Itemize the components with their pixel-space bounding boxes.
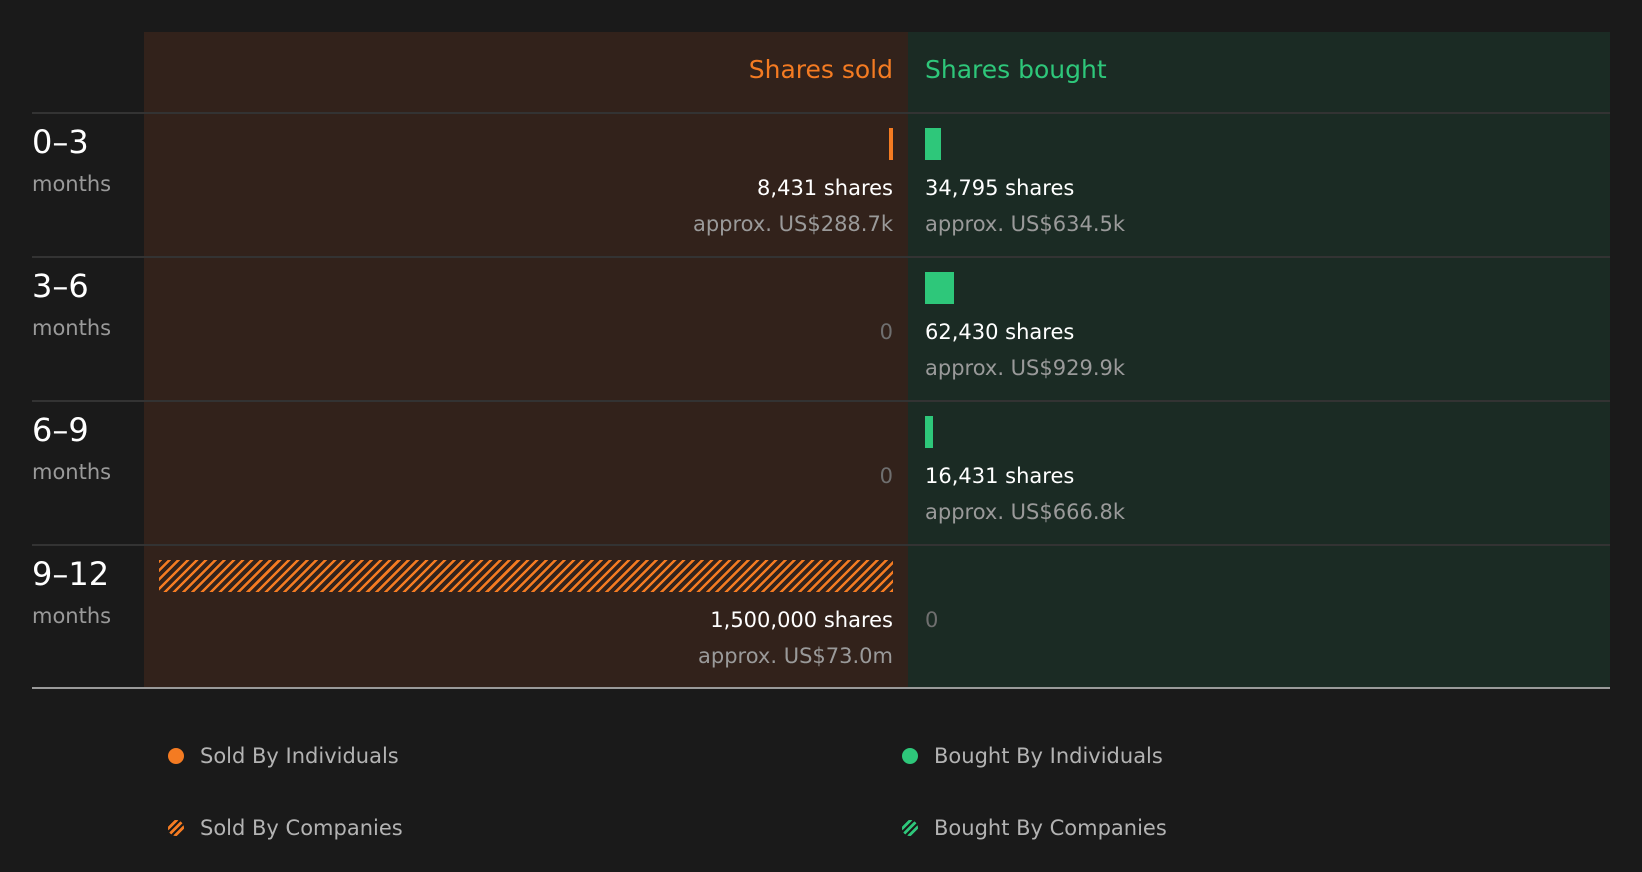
legend-item: Sold By Companies	[168, 814, 403, 842]
sold-value-label: approx. US$73.0m	[698, 644, 893, 668]
bought-value-label: approx. US$634.5k	[925, 212, 1126, 236]
bought-value-label: approx. US$929.9k	[925, 356, 1126, 380]
shares-bought-header: Shares bought	[925, 55, 1107, 84]
bought-value-label: approx. US$666.8k	[925, 500, 1126, 524]
legend-label: Sold By Individuals	[200, 744, 399, 768]
row-divider	[32, 112, 1610, 114]
row-divider	[32, 256, 1610, 258]
period-unit-label: months	[32, 172, 112, 196]
sold-shares-label: 1,500,000 shares	[710, 608, 893, 632]
hatched-swatch-icon	[168, 820, 184, 836]
sold-zero-label: 0	[879, 320, 893, 344]
hatched-swatch-icon	[902, 820, 918, 836]
bought-bar	[925, 272, 955, 304]
legend-item: Bought By Individuals	[902, 742, 1163, 770]
sold-value-label: approx. US$288.7k	[692, 212, 893, 236]
legend-label: Sold By Companies	[200, 816, 403, 840]
legend-label: Bought By Companies	[934, 816, 1167, 840]
sold-bar	[159, 560, 893, 592]
chart-baseline	[32, 687, 1610, 689]
period-label: 6–9	[32, 411, 89, 449]
bought-zero-label: 0	[925, 608, 939, 632]
row-divider	[32, 400, 1610, 402]
solid-dot-icon	[902, 748, 918, 764]
period-label: 0–3	[32, 123, 89, 161]
shares-sold-header: Shares sold	[748, 55, 893, 84]
row-divider	[32, 544, 1610, 546]
sold-shares-label: 8,431 shares	[757, 176, 893, 200]
period-unit-label: months	[32, 460, 112, 484]
period-unit-label: months	[32, 316, 112, 340]
legend-item: Sold By Individuals	[168, 742, 399, 770]
legend-item: Bought By Companies	[902, 814, 1167, 842]
period-unit-label: months	[32, 604, 112, 628]
bought-bar	[925, 416, 933, 448]
bought-shares-label: 62,430 shares	[925, 320, 1075, 344]
period-label: 3–6	[32, 267, 89, 305]
solid-dot-icon	[168, 748, 184, 764]
sold-zero-label: 0	[879, 464, 893, 488]
sold-bar	[888, 128, 893, 160]
bought-bar	[925, 128, 942, 160]
legend-label: Bought By Individuals	[934, 744, 1163, 768]
bought-shares-label: 34,795 shares	[925, 176, 1075, 200]
bought-shares-label: 16,431 shares	[925, 464, 1075, 488]
period-label: 9–12	[32, 555, 110, 593]
